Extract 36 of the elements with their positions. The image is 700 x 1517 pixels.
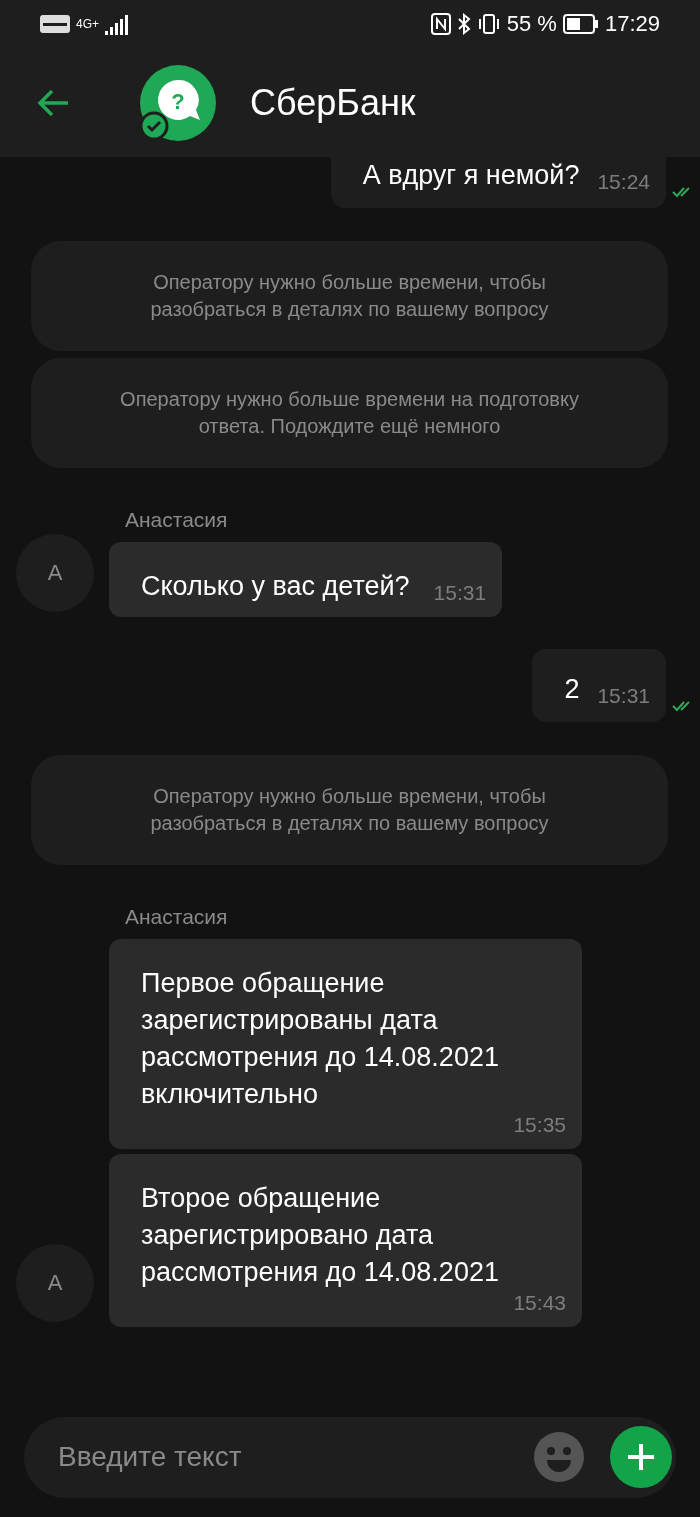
message-time: 15:35 bbox=[513, 1113, 566, 1137]
vibrate-icon bbox=[476, 13, 501, 35]
message-time: 15:24 bbox=[597, 170, 650, 194]
battery-icon bbox=[562, 14, 599, 34]
signal-icon bbox=[105, 13, 129, 35]
message-text: А вдруг я немой? bbox=[362, 159, 580, 192]
back-arrow-icon[interactable] bbox=[36, 87, 70, 118]
battery-percent: 55 % bbox=[506, 11, 557, 37]
double-check-icon bbox=[672, 186, 692, 198]
system-notice: Оператору нужно больше времени, чтобы разобраться в деталях по вашему вопросу bbox=[31, 755, 668, 865]
clock: 17:29 bbox=[604, 11, 660, 37]
message-text: Второе обращение зарегистрировано дата рассмотрения до 14.08.2021 bbox=[141, 1182, 500, 1289]
plus-icon bbox=[626, 1442, 656, 1472]
double-check-icon bbox=[672, 700, 692, 712]
sender-name: Анастасия bbox=[125, 905, 229, 929]
message-time: 15:31 bbox=[433, 581, 487, 605]
verified-check-icon bbox=[139, 111, 169, 140]
message-input-field[interactable]: Введите текст bbox=[24, 1416, 676, 1498]
chat-title: СберБанк bbox=[250, 81, 416, 124]
add-button[interactable] bbox=[610, 1426, 672, 1488]
sender-name: Анастасия bbox=[125, 508, 229, 532]
bluetooth-icon bbox=[456, 13, 471, 35]
message-text: Первое обращение зарегистрированы дата рассмотрения до 14.08.2021 включительно bbox=[141, 967, 500, 1111]
system-notice: Оператору нужно больше времени на подготовку ответа. Подождите ещё немного bbox=[31, 358, 668, 468]
message-time: 15:31 bbox=[597, 684, 650, 708]
operator-avatar: А bbox=[16, 534, 94, 612]
message-input[interactable]: Введите текст bbox=[56, 1440, 508, 1474]
network-type: 4G+ bbox=[76, 18, 99, 30]
logo-question-mark: ? bbox=[171, 88, 185, 114]
message-text: 2 bbox=[564, 673, 580, 706]
volte-icon bbox=[40, 15, 70, 33]
message-time: 15:43 bbox=[513, 1291, 566, 1315]
nfc-icon bbox=[430, 13, 451, 35]
system-notice: Оператору нужно больше времени, чтобы разобраться в деталях по вашему вопросу bbox=[31, 241, 668, 351]
message-text: Сколько у вас детей? bbox=[141, 570, 410, 603]
operator-avatar: А bbox=[16, 1244, 94, 1322]
